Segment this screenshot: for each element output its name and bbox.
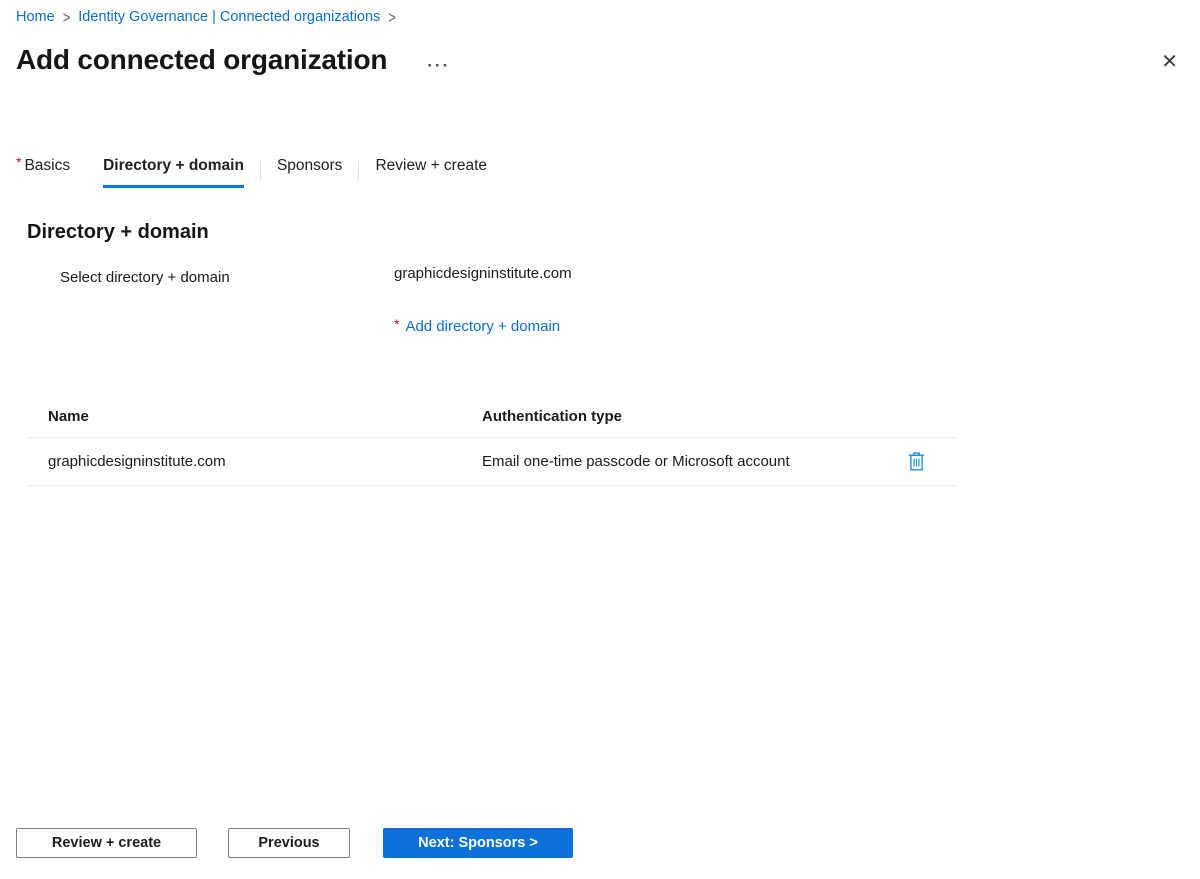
chevron-right-icon: > [62,7,71,27]
tab-separator [358,161,360,180]
section-heading: Directory + domain [27,221,209,243]
add-directory-domain-link[interactable]: Add directory + domain [405,318,560,335]
breadcrumb-home-link[interactable]: Home [16,9,55,25]
tab-basics[interactable]: * Basics [16,154,71,188]
breadcrumb-identity-governance-link[interactable]: Identity Governance | Connected organiza… [78,9,380,25]
tab-separator [259,161,261,180]
review-create-button[interactable]: Review + create [16,828,197,858]
column-header-name: Name [48,408,89,425]
column-header-authentication-type: Authentication type [482,408,623,425]
tab-sponsors[interactable]: Sponsors [277,157,342,188]
table-header-row: Name Authentication type [27,400,957,438]
tab-directory-domain[interactable]: Directory + domain [103,157,244,188]
close-button[interactable]: ✕ [1159,50,1180,74]
chevron-right-icon: > [388,7,396,27]
table-row: graphicdesigninstitute.com Email one-tim… [27,438,957,486]
page-title: Add connected organization [16,44,388,75]
delete-row-button[interactable] [906,450,927,473]
next-sponsors-button[interactable]: Next: Sponsors > [383,828,573,858]
previous-button[interactable]: Previous [228,828,350,858]
tab-label: Basics [24,157,71,174]
add-directory-domain-row: * Add directory + domain [394,316,560,335]
tab-list: * Basics Directory + domain Sponsors Revi… [16,154,487,188]
tab-label: Review + create [375,157,488,174]
tab-label: Sponsors [276,157,343,174]
select-directory-domain-label: Select directory + domain [60,269,230,286]
tab-review-create[interactable]: Review + create [375,157,487,188]
required-asterisk: * [16,154,22,170]
row-name-cell: graphicdesigninstitute.com [48,453,226,470]
add-connected-organization-panel: Home > Identity Governance | Connected o… [0,0,1200,879]
title-bar: Add connected organization ··· [16,44,450,76]
selected-directory-value: graphicdesigninstitute.com [394,265,572,282]
row-auth-type-cell: Email one-time passcode or Microsoft acc… [482,453,790,470]
required-asterisk: * [394,316,400,332]
directories-table: Name Authentication type graphicdesignin… [27,400,957,486]
trash-icon [908,452,925,471]
breadcrumb: Home > Identity Governance | Connected o… [16,7,404,27]
tab-label: Directory + domain [103,157,244,174]
wizard-footer: Review + create Previous Next: Sponsors … [16,828,573,858]
more-options-icon[interactable]: ··· [427,57,450,74]
